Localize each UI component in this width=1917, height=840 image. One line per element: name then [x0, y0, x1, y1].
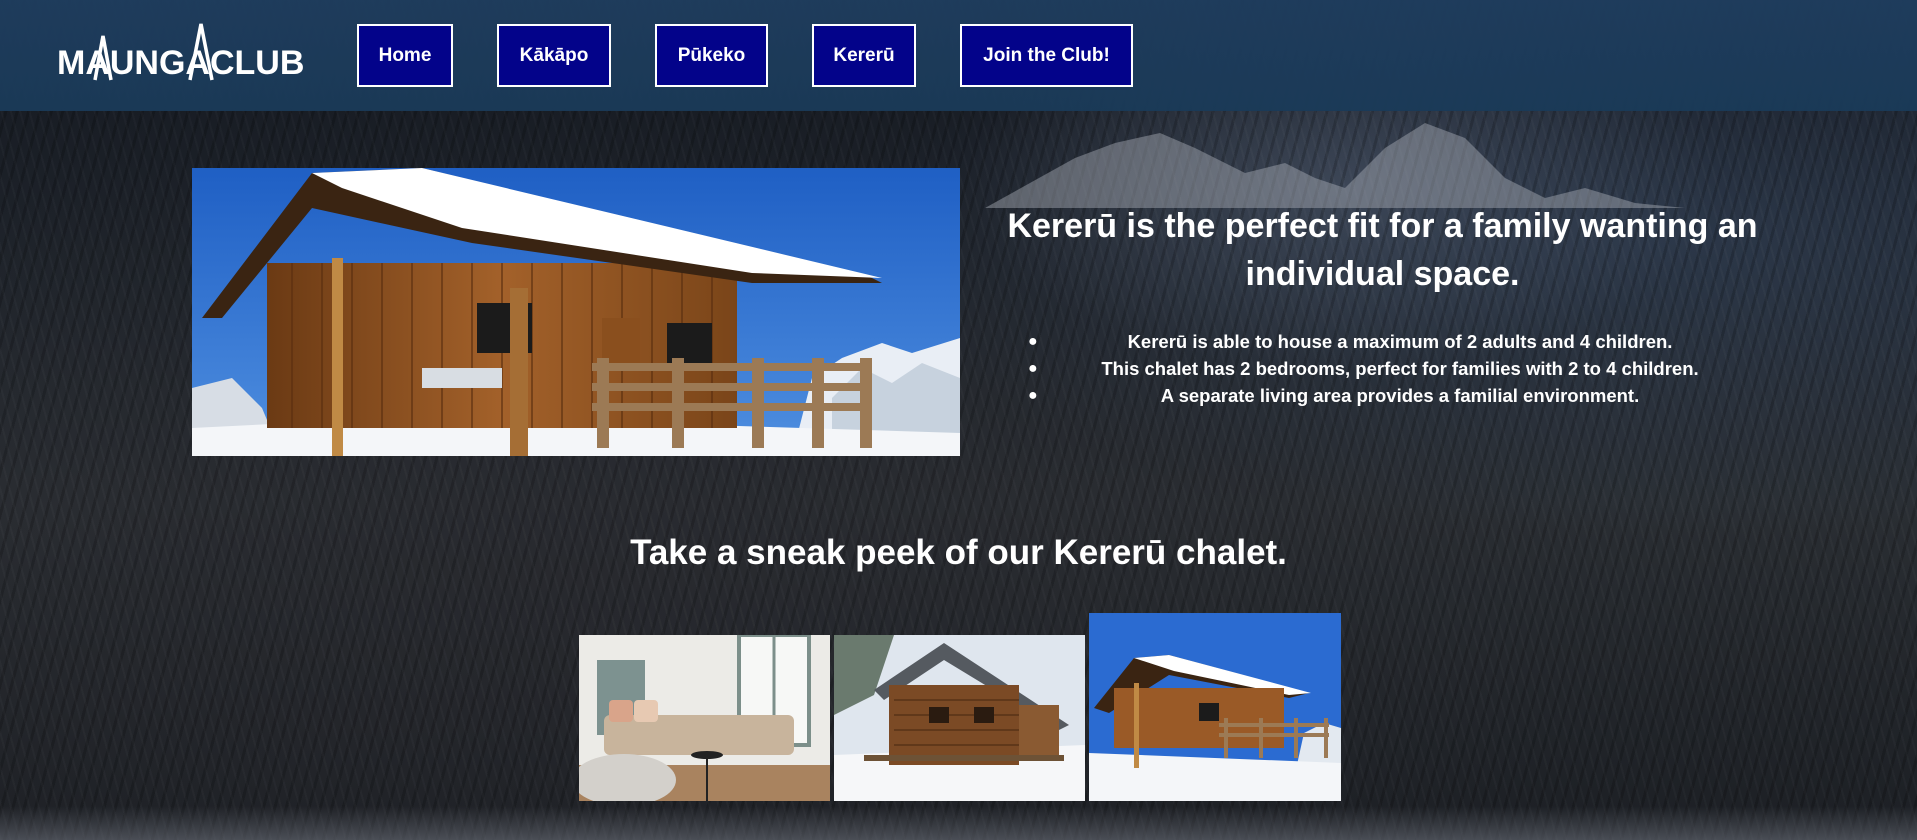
logo-text: MAUNGACLUB [57, 44, 304, 82]
bullet-icon: ● [1028, 360, 1038, 377]
list-item: ● This chalet has 2 bedrooms, perfect for… [1010, 355, 1790, 382]
gallery-bedroom-image[interactable] [579, 635, 830, 801]
gallery-chalet-image[interactable] [1089, 613, 1341, 801]
feature-text: Kererū is able to house a maximum of 2 a… [1127, 331, 1673, 352]
background-mountain-peaks [985, 123, 1685, 208]
site-logo[interactable]: MAUNGACLUB [55, 18, 325, 93]
nav-pukeko-button[interactable]: Pūkeko [655, 24, 768, 87]
hero-heading: Kererū is the perfect fit for a family w… [1007, 207, 1758, 294]
chalet-hero-image [192, 168, 960, 456]
nav-join-club-button[interactable]: Join the Club! [960, 24, 1133, 87]
nav-home-button[interactable]: Home [357, 24, 453, 87]
mountain-logo-icon: MAUNGACLUB [57, 23, 304, 82]
nav-kakapo-button[interactable]: Kākāpo [497, 24, 611, 87]
feature-list: ● Kererū is able to house a maximum of 2 … [1010, 328, 1790, 409]
gallery-cabin-image[interactable] [834, 635, 1085, 801]
background-snow [0, 806, 1917, 840]
feature-text: This chalet has 2 bedrooms, perfect for … [1101, 358, 1699, 379]
list-item: ● A separate living area provides a famil… [1010, 382, 1790, 409]
bullet-icon: ● [1028, 333, 1038, 350]
nav-kereru-button[interactable]: Kererū [812, 24, 916, 87]
gallery-title: Take a sneak peek of our Kererū chalet. [630, 533, 1287, 572]
bullet-icon: ● [1028, 387, 1038, 404]
list-item: ● Kererū is able to house a maximum of 2 … [1010, 328, 1790, 355]
feature-text: A separate living area provides a famili… [1160, 385, 1640, 406]
